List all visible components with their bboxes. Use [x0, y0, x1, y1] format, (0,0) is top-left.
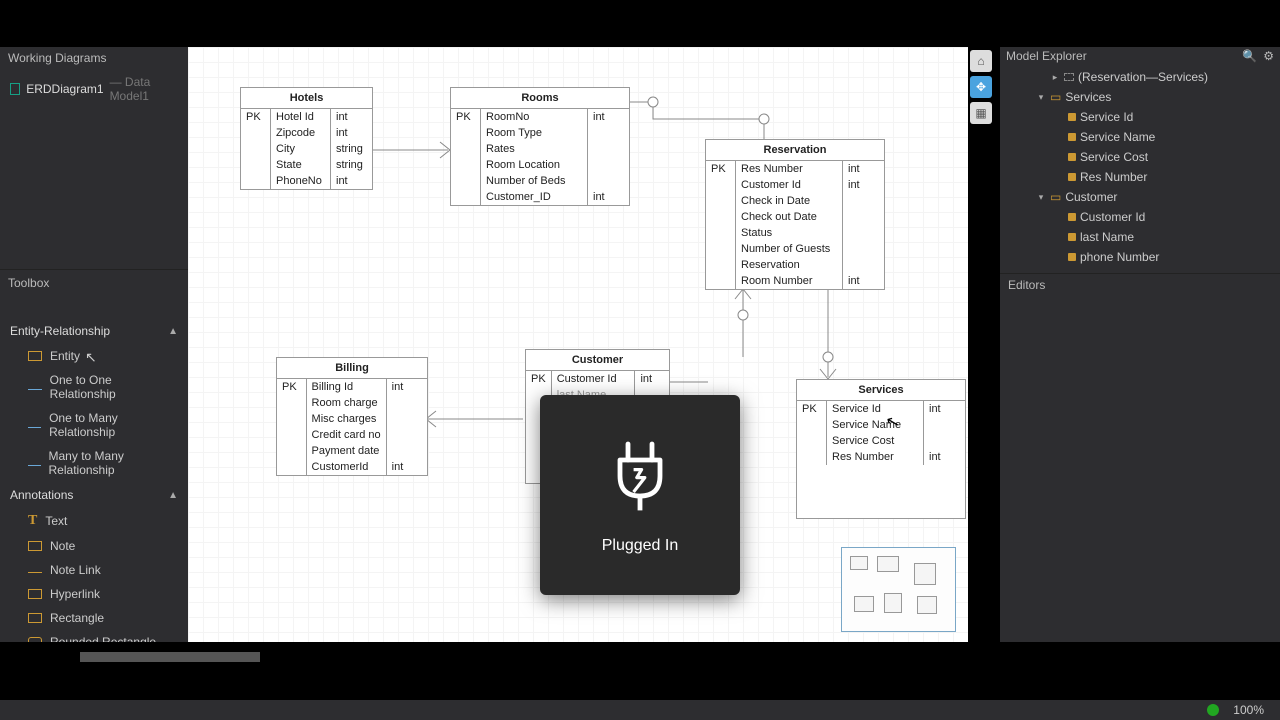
entity-reservation[interactable]: Reservation PK Res Number Customer Id Ch…	[705, 139, 885, 290]
entity-title: Customer	[526, 350, 669, 371]
entity-icon	[28, 351, 42, 361]
tool-one-to-one[interactable]: One to One Relationship	[0, 368, 188, 406]
bottom-blank	[0, 642, 1280, 700]
entity-title: Rooms	[451, 88, 629, 109]
overlay-text: Plugged In	[602, 537, 679, 555]
relationship-icon	[28, 389, 42, 390]
chevron-up-icon: ▲	[168, 326, 178, 337]
settings-icon[interactable]: ⚙	[1263, 49, 1274, 63]
entity-services[interactable]: Services PK Service Id Service Name Serv…	[796, 379, 966, 519]
rectangle-icon	[28, 613, 42, 623]
entity-billing[interactable]: Billing PK Billing Id Room charge Misc c…	[276, 357, 428, 476]
column-icon	[1068, 173, 1076, 181]
tree-node-col[interactable]: phone Number	[1000, 247, 1280, 267]
scrollbar-thumb[interactable]	[80, 652, 260, 662]
note-link-icon	[28, 572, 42, 573]
status-bar: 100%	[0, 700, 1280, 720]
zoom-level[interactable]: 100%	[1233, 703, 1264, 717]
column-icon	[1068, 253, 1076, 261]
editors-label: Editors	[1000, 273, 1280, 296]
diagram-tab[interactable]: ERDDiagram1 — Data Model1	[0, 69, 188, 109]
ann-text[interactable]: TText	[0, 508, 188, 534]
column-icon	[1068, 233, 1076, 241]
diagram-tab-name: ERDDiagram1	[26, 82, 103, 96]
search-icon[interactable]: 🔍	[1236, 49, 1263, 63]
tree-node-col[interactable]: Customer Id	[1000, 207, 1280, 227]
top-blank	[0, 0, 1280, 47]
column-icon	[1068, 213, 1076, 221]
ann-note[interactable]: Note	[0, 534, 188, 558]
left-panel: Working Diagrams ERDDiagram1 — Data Mode…	[0, 47, 188, 642]
annotations-section-header[interactable]: Annotations ▲	[0, 482, 188, 508]
tree-node-services[interactable]: ▾▭Services	[1000, 87, 1280, 107]
annotations-label: Annotations	[10, 488, 73, 502]
entity-icon: ▭	[1050, 90, 1061, 104]
tree-node-customer[interactable]: ▾▭Customer	[1000, 187, 1280, 207]
er-section-header[interactable]: Entity-Relationship ▲	[0, 318, 188, 344]
minimap[interactable]	[841, 547, 956, 632]
tree-node-col[interactable]: last Name	[1000, 227, 1280, 247]
tree-node-assoc[interactable]: ▸(Reservation—Services)	[1000, 67, 1280, 87]
entity-icon: ▭	[1050, 190, 1061, 204]
diagram-tab-sub: — Data Model1	[110, 75, 178, 103]
diagram-icon	[10, 83, 20, 95]
tool-many-to-many[interactable]: Many to Many Relationship	[0, 444, 188, 482]
column-icon	[1068, 153, 1076, 161]
entity-rooms[interactable]: Rooms PK RoomNo Room Type Rates Room Loc…	[450, 87, 630, 206]
relationship-icon	[28, 465, 41, 466]
tool-one-to-many[interactable]: One to Many Relationship	[0, 406, 188, 444]
chevron-up-icon: ▲	[168, 490, 178, 501]
hyperlink-icon	[28, 589, 42, 599]
tree-node-col[interactable]: Service Name	[1000, 127, 1280, 147]
model-tree: ▸(Reservation—Services) ▾▭Services Servi…	[1000, 65, 1280, 269]
entity-hotels[interactable]: Hotels PK Hotel Id Zipcode City State Ph…	[240, 87, 373, 190]
move-icon[interactable]: ✥	[970, 76, 992, 98]
working-diagrams-label: Working Diagrams	[0, 47, 188, 69]
association-icon	[1064, 73, 1074, 81]
plugged-in-overlay: Plugged In	[540, 395, 740, 595]
er-section-label: Entity-Relationship	[10, 324, 110, 338]
tree-node-col[interactable]: Service Id	[1000, 107, 1280, 127]
column-icon	[1068, 113, 1076, 121]
status-ok-icon	[1207, 704, 1219, 716]
column-icon	[1068, 133, 1076, 141]
entity-title: Services	[797, 380, 965, 401]
ann-rectangle[interactable]: Rectangle	[0, 606, 188, 630]
cursor-icon: ↖	[85, 349, 97, 366]
home-icon[interactable]: ⌂	[970, 50, 992, 72]
canvas-side-buttons: ⌂ ✥ ▦	[970, 50, 992, 124]
right-panel: Model Explorer 🔍 ⚙ ▸(Reservation—Service…	[1000, 47, 1280, 642]
ann-hyperlink[interactable]: Hyperlink	[0, 582, 188, 606]
text-icon: T	[28, 513, 37, 529]
toolbox-label: Toolbox	[0, 269, 188, 294]
entity-title: Billing	[277, 358, 427, 379]
relationship-icon	[28, 427, 41, 428]
tree-node-col[interactable]: Res Number	[1000, 167, 1280, 187]
note-icon	[28, 541, 42, 551]
grid-icon[interactable]: ▦	[970, 102, 992, 124]
entity-title: Reservation	[706, 140, 884, 161]
tree-node-col[interactable]: Service Cost	[1000, 147, 1280, 167]
ann-note-link[interactable]: Note Link	[0, 558, 188, 582]
plug-icon	[600, 435, 680, 525]
model-explorer-header: Model Explorer 🔍 ⚙	[1000, 47, 1280, 65]
entity-title: Hotels	[241, 88, 372, 109]
